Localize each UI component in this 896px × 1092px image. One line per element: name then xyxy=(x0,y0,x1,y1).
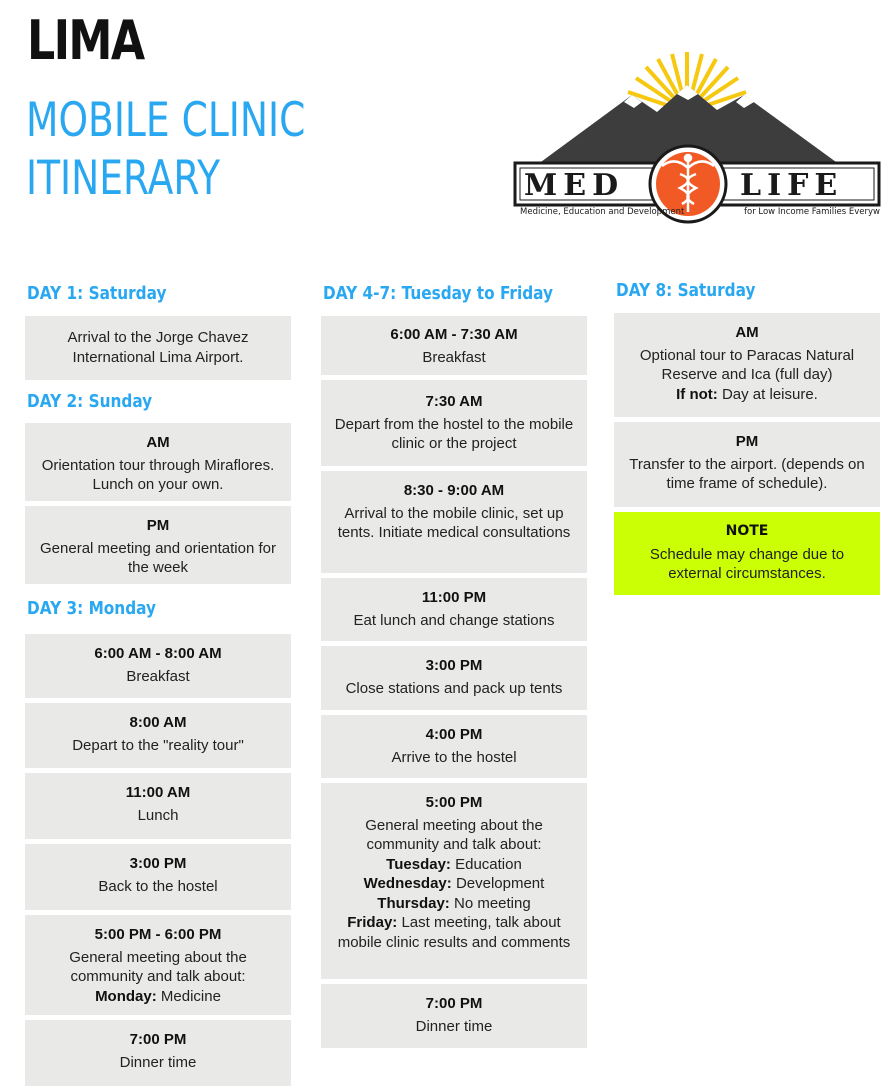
column-day-8: DAY 8: Saturday AM Optional tour to Para… xyxy=(614,279,880,595)
day47-slot-time: 6:00 AM - 7:30 AM xyxy=(390,326,518,343)
day3-slot-text: General meeting about the community and … xyxy=(69,948,247,986)
day3-slot-card: 3:00 PM Back to the hostel xyxy=(25,844,291,910)
logo-word-med: MED xyxy=(524,168,624,203)
day3-slot-card: 8:00 AM Depart to the "reality tour" xyxy=(25,703,291,768)
day8-note-card: NOTE Schedule may change due to external… xyxy=(614,512,880,595)
day8-if-not-line: If not: Day at leisure. xyxy=(676,385,818,403)
day47-slot-text: Arrival to the mobile clinic, set up ten… xyxy=(337,504,571,542)
day8-heading: DAY 8: Saturday xyxy=(616,280,756,301)
day8-am-time: AM xyxy=(735,324,759,341)
day3-slot-time: 11:00 AM xyxy=(125,784,191,801)
day3-slot-card: 7:00 PM Dinner time xyxy=(25,1020,291,1086)
note-text: Schedule may change due to external circ… xyxy=(649,545,845,583)
day47-slot-time: 4:00 PM xyxy=(425,726,483,743)
day47-slot-card: 8:30 - 9:00 AM Arrival to the mobile cli… xyxy=(321,471,587,573)
day1-arrival-text: Arrival to the Jorge Chavez Internationa… xyxy=(67,329,249,366)
day47-meeting-card: 5:00 PM General meeting about the commun… xyxy=(321,783,587,979)
day47-tuesday-line: Tuesday: Education xyxy=(386,855,522,873)
day47-slot-card: 7:00 PM Dinner time xyxy=(321,984,587,1048)
day47-slot-card: 11:00 PM Eat lunch and change stations xyxy=(321,578,587,641)
day8-pm-card: PM Transfer to the airport. (depends on … xyxy=(614,422,880,507)
day47-slot-time: 8:30 - 9:00 AM xyxy=(403,482,505,499)
day3-slot-time: 5:00 PM - 6:00 PM xyxy=(94,926,222,943)
logo-tagline-right: for Low Income Families Everyw xyxy=(744,207,880,217)
day3-slot-text: Dinner time xyxy=(119,1053,197,1071)
title-subtitle: MOBILE CLINIC ITINERARY xyxy=(26,92,305,208)
day47-slot-time: 7:00 PM xyxy=(425,995,483,1012)
day47-slot-text: Breakfast xyxy=(422,348,486,366)
day2-pm-time: PM xyxy=(146,517,170,534)
day3-slot-time: 8:00 AM xyxy=(129,714,187,731)
day3-slot-card: 6:00 AM - 8:00 AM Breakfast xyxy=(25,634,291,698)
day47-friday-line: Friday: Last meeting, talk about mobile … xyxy=(337,914,571,951)
day47-thursday-line: Thursday: No meeting xyxy=(377,894,531,912)
day8-pm-text: Transfer to the airport. (depends on tim… xyxy=(629,455,865,493)
day47-slot-time: 11:00 PM xyxy=(421,589,487,606)
column-days-4-7: DAY 4-7: Tuesday to Friday 6:00 AM - 7:3… xyxy=(321,282,587,1048)
day3-monday-line: Monday: Medicine xyxy=(95,987,221,1005)
day47-heading: DAY 4-7: Tuesday to Friday xyxy=(323,283,554,304)
day8-pm-time: PM xyxy=(735,433,759,450)
day3-slot-card: 5:00 PM - 6:00 PM General meeting about … xyxy=(25,915,291,1015)
day47-wednesday-line: Wednesday: Development xyxy=(363,875,545,892)
day47-slot-card: 6:00 AM - 7:30 AM Breakfast xyxy=(321,316,587,375)
day3-slot-card: 11:00 AM Lunch xyxy=(25,773,291,839)
day47-slot-text: Depart from the hostel to the mobile cli… xyxy=(334,415,574,453)
day47-slot-card: 7:30 AM Depart from the hostel to the mo… xyxy=(321,380,587,466)
day2-am-card: AM Orientation tour through Miraflores. … xyxy=(25,423,291,501)
column-days-1-3: DAY 1: Saturday Arrival to the Jorge Cha… xyxy=(25,282,291,1086)
day47-slot-text: Dinner time xyxy=(415,1017,493,1035)
day8-am-card: AM Optional tour to Paracas Natural Rese… xyxy=(614,313,880,417)
day47-slot-time: 7:30 AM xyxy=(425,393,483,410)
day2-pm-card: PM General meeting and orientation for t… xyxy=(25,506,291,584)
day47-slot-text: General meeting about the community and … xyxy=(365,816,543,854)
note-title: NOTE xyxy=(725,523,769,539)
title-city: LIMA xyxy=(27,9,145,72)
medlife-logo: MED LIFE Medicine, Education and Develop… xyxy=(513,52,881,224)
day47-slot-time: 3:00 PM xyxy=(425,657,483,674)
title-line-1: MOBILE CLINIC xyxy=(26,93,306,148)
day47-slot-text: Arrive to the hostel xyxy=(391,748,517,766)
logo-tagline-left: Medicine, Education and Development xyxy=(520,207,685,217)
day3-slot-text: Depart to the "reality tour" xyxy=(72,736,244,754)
day1-arrival-card: Arrival to the Jorge Chavez Internationa… xyxy=(25,316,291,380)
day8-am-text: Optional tour to Paracas Natural Reserve… xyxy=(639,346,855,384)
day47-slot-card: 4:00 PM Arrive to the hostel xyxy=(321,715,587,778)
day2-am-text: Orientation tour through Miraflores. Lun… xyxy=(41,456,275,494)
day3-heading: DAY 3: Monday xyxy=(27,598,156,619)
day2-am-time: AM xyxy=(146,434,170,451)
day3-slot-time: 6:00 AM - 8:00 AM xyxy=(94,645,222,662)
logo-word-life: LIFE xyxy=(740,168,843,203)
day3-slot-text: Breakfast xyxy=(126,667,190,685)
day3-slot-text: Back to the hostel xyxy=(98,877,218,895)
day1-heading: DAY 1: Saturday xyxy=(27,283,167,304)
day3-slot-time: 3:00 PM xyxy=(129,855,187,872)
day3-slot-text: Lunch xyxy=(137,806,179,824)
title-line-2: ITINERARY xyxy=(26,151,221,206)
day47-slot-text: Eat lunch and change stations xyxy=(353,611,555,629)
day47-slot-time: 5:00 PM xyxy=(425,794,483,811)
day3-slot-time: 7:00 PM xyxy=(129,1031,187,1048)
day47-slot-card: 3:00 PM Close stations and pack up tents xyxy=(321,646,587,710)
day2-pm-text: General meeting and orientation for the … xyxy=(40,539,276,577)
day2-heading: DAY 2: Sunday xyxy=(27,391,153,412)
day47-slot-text: Close stations and pack up tents xyxy=(345,679,563,697)
